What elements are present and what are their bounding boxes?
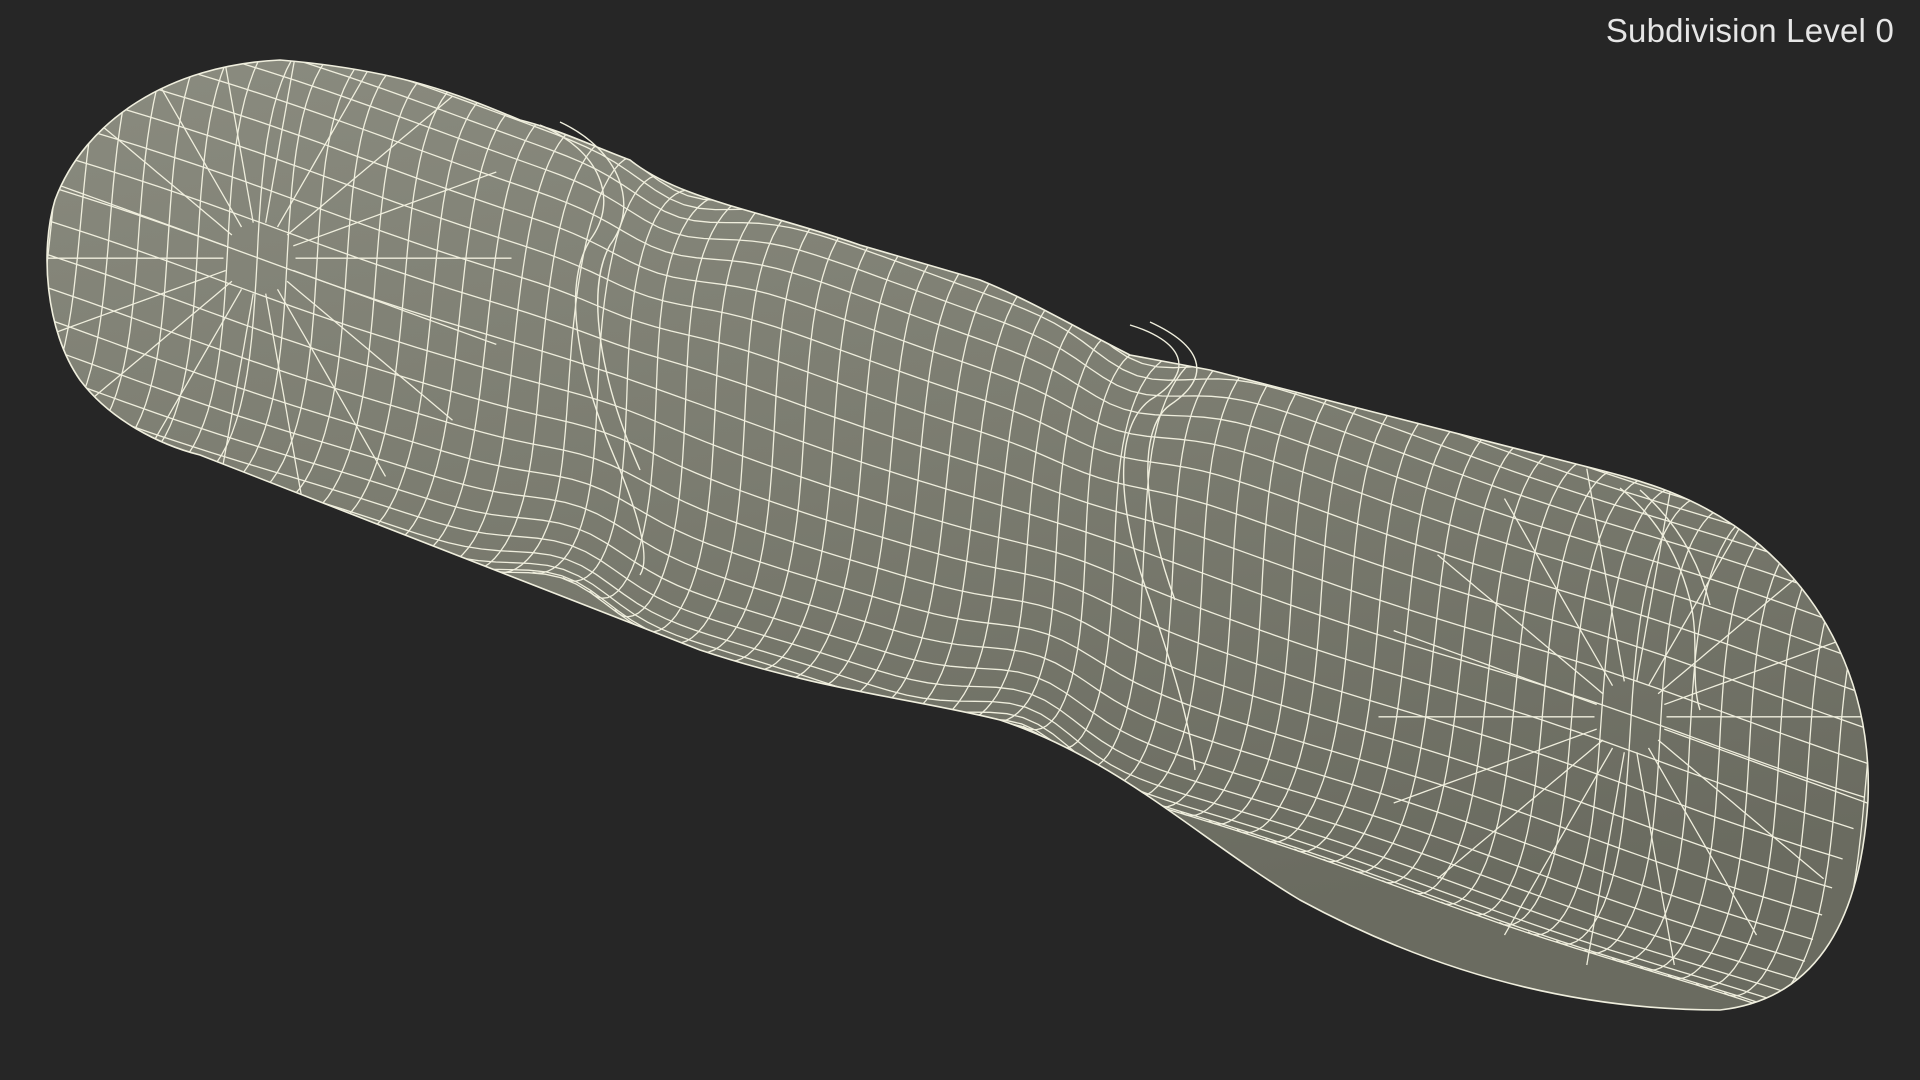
- wireframe-mesh: [46, 59, 1870, 1011]
- mesh-body: [46, 59, 1870, 1011]
- subdivision-level-label: Subdivision Level 0: [1605, 12, 1894, 49]
- render-viewport: Subdivision Level 0: [0, 0, 1920, 1080]
- mesh-surface: [47, 60, 1869, 1010]
